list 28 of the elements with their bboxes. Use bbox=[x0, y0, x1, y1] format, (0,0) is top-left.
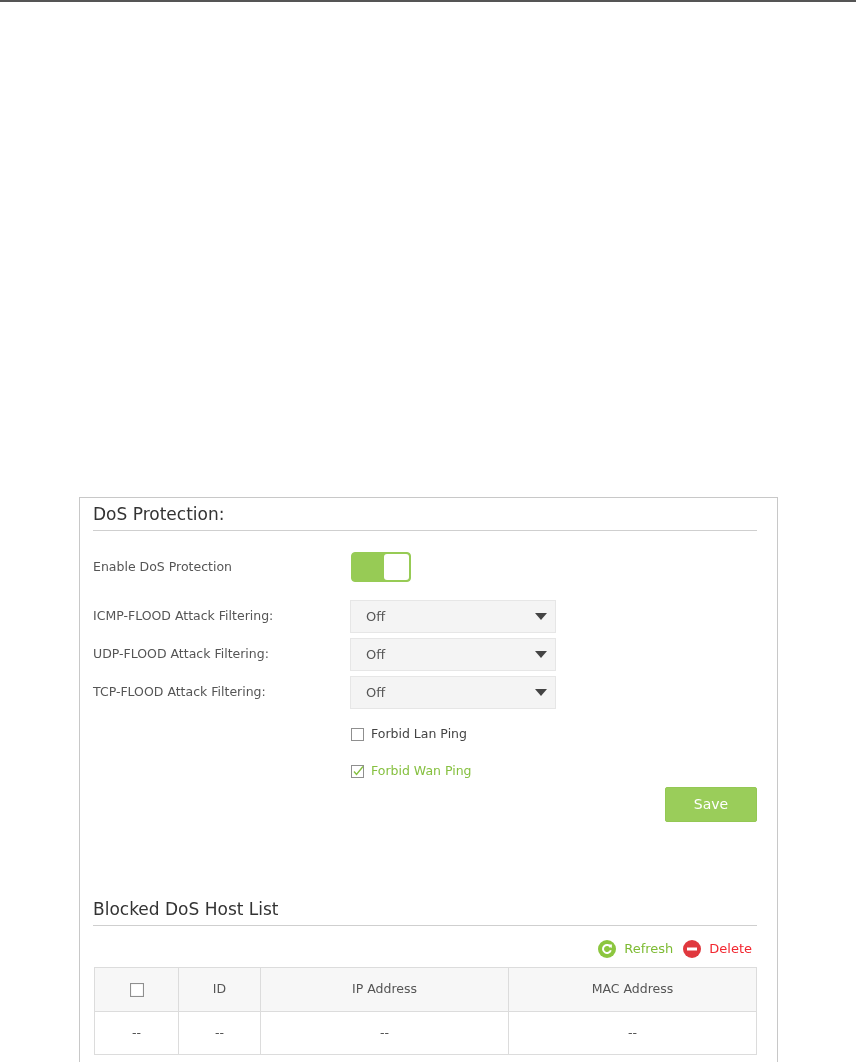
checkbox[interactable] bbox=[129, 982, 144, 997]
table-cell: -- bbox=[94, 1011, 179, 1055]
checkbox-label: Forbid Lan Ping bbox=[371, 724, 467, 743]
field-label: UDP-FLOOD Attack Filtering: bbox=[93, 645, 270, 664]
caret-icon bbox=[535, 613, 547, 620]
table-cell: -- bbox=[508, 1011, 757, 1055]
checkbox[interactable] bbox=[351, 764, 364, 778]
caret-icon bbox=[535, 689, 547, 696]
delete-icon bbox=[683, 940, 702, 958]
dropdown[interactable]: Off bbox=[350, 676, 556, 709]
field-label: Enable DoS Protection bbox=[93, 557, 233, 576]
section-title: Blocked DoS Host List bbox=[93, 894, 757, 926]
column-header: MAC Address bbox=[508, 967, 757, 1012]
table-cell: -- bbox=[260, 1011, 509, 1055]
checkbox-label: Forbid Wan Ping bbox=[371, 761, 472, 780]
field-label: TCP-FLOOD Attack Filtering: bbox=[93, 683, 267, 702]
table-cell: -- bbox=[178, 1011, 261, 1055]
toggle-switch[interactable] bbox=[351, 552, 411, 582]
caret-icon bbox=[535, 651, 547, 658]
field-label: ICMP-FLOOD Attack Filtering: bbox=[93, 607, 275, 626]
section-title: DoS Protection: bbox=[93, 499, 757, 531]
dropdown[interactable]: Off bbox=[350, 638, 556, 671]
column-header: IP Address bbox=[260, 967, 509, 1012]
dropdown[interactable]: Off bbox=[350, 600, 556, 633]
column-header: ID bbox=[178, 967, 261, 1012]
refresh-icon bbox=[598, 940, 617, 958]
checkbox[interactable] bbox=[351, 727, 364, 741]
delete-link[interactable]: Delete bbox=[683, 939, 752, 959]
